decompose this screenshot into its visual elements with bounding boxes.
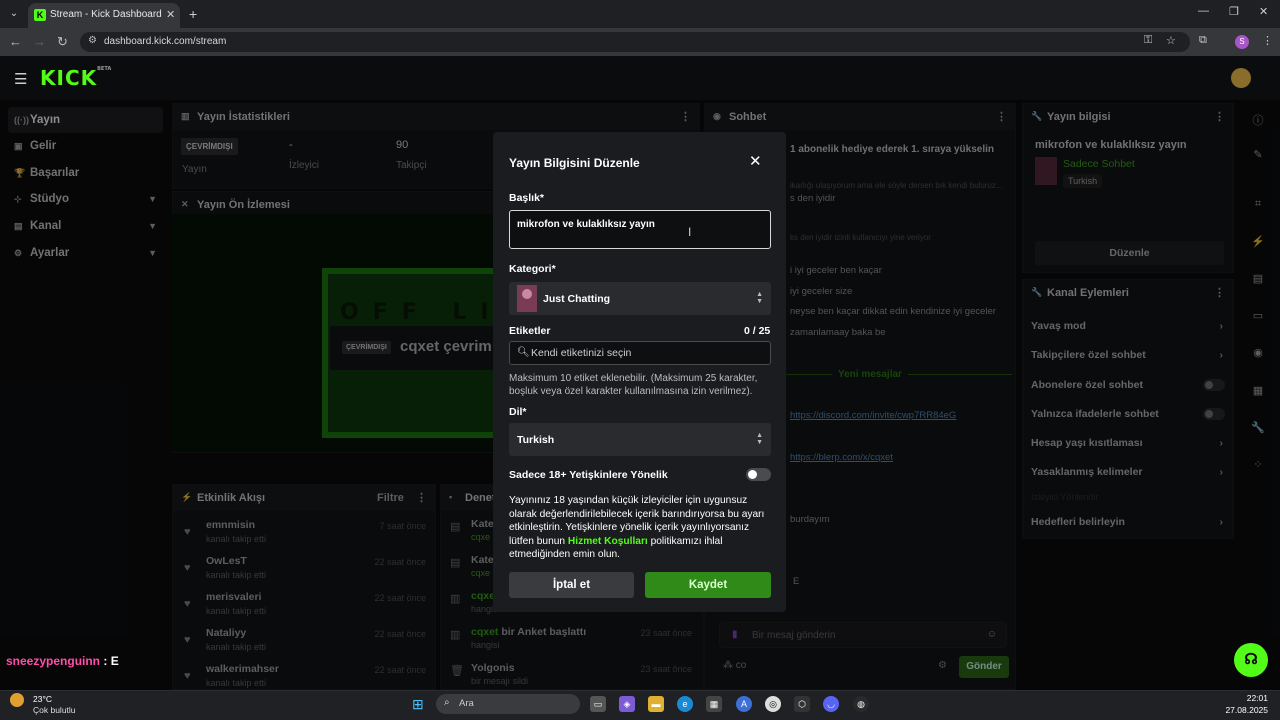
category-select[interactable]: Just Chatting ▲ ▼ — [509, 282, 771, 315]
profile-avatar[interactable]: S — [1235, 35, 1249, 49]
save-button[interactable]: Kaydet — [645, 572, 771, 598]
language-select[interactable]: Turkish ▲ ▼ — [509, 423, 771, 456]
title-label: Başlık* — [509, 192, 545, 204]
category-label: Kategori* — [509, 263, 556, 275]
password-key-icon[interactable]: ⚿ — [1144, 34, 1152, 47]
app-store-icon[interactable]: A — [736, 696, 752, 712]
extensions-icon[interactable]: ⧉ — [1199, 34, 1207, 47]
browser-tab[interactable]: K Stream - Kick Dashboard ✕ — [28, 3, 180, 28]
network-app-icon[interactable]: ⬡ — [794, 696, 810, 712]
windows-start-icon[interactable]: ⊞ — [412, 697, 427, 712]
forward-icon[interactable]: → — [33, 34, 46, 49]
category-value: Just Chatting — [543, 293, 611, 305]
search-icon: ⌕ — [444, 697, 450, 708]
tab-title: Stream - Kick Dashboard — [50, 9, 162, 20]
bookmark-star-icon[interactable]: ☆ — [1166, 34, 1176, 47]
file-explorer-icon[interactable]: ▬ — [648, 696, 664, 712]
hamburger-menu-icon[interactable]: ☰ — [14, 70, 27, 88]
taskbar-date[interactable]: 27.08.2025 — [1200, 705, 1268, 715]
overlay-chat-message: sneezypenguinn : E — [6, 654, 119, 668]
reload-icon[interactable]: ↻ — [57, 34, 68, 50]
discord-icon[interactable]: ◡ — [823, 696, 839, 712]
browser-menu-icon[interactable]: ⋮ — [1262, 34, 1273, 47]
minimize-icon[interactable]: — — [1198, 5, 1209, 17]
overlay-chat-text: : E — [103, 654, 119, 668]
close-window-icon[interactable]: ✕ — [1259, 5, 1268, 18]
kick-header — [0, 56, 1280, 100]
kick-favicon-icon: K — [34, 9, 46, 21]
logo-text: KICK — [40, 66, 98, 90]
new-tab-icon[interactable]: + — [189, 6, 197, 22]
title-input[interactable]: mikrofon ve kulaklıksız yayın — [509, 210, 771, 249]
tags-help-text: Maksimum 10 etiket eklenebilir. (Maksimu… — [509, 373, 758, 397]
url-text: dashboard.kick.com/stream — [104, 36, 227, 47]
search-icon: 🔍︎ — [517, 347, 530, 358]
chrome-icon[interactable]: ◎ — [765, 696, 781, 712]
tags-count: 0 / 25 — [744, 325, 771, 337]
user-avatar[interactable] — [1231, 68, 1251, 88]
task-view-icon[interactable]: ▭ — [590, 696, 606, 712]
weather-desc[interactable]: Çok bulutlu — [33, 705, 76, 715]
restore-icon[interactable]: ❐ — [1229, 5, 1239, 18]
taskbar-time[interactable]: 22:01 — [1210, 693, 1268, 703]
tags-label: Etiketler — [509, 325, 551, 337]
tags-field[interactable]: 🔍︎ — [509, 341, 771, 365]
weather-icon[interactable] — [10, 693, 24, 707]
language-label: Dil* — [509, 406, 527, 418]
kick-logo[interactable]: KICKBETA — [40, 66, 111, 90]
url-bar[interactable]: ⚙ dashboard.kick.com/stream — [80, 32, 1190, 52]
edge-icon[interactable]: e — [677, 696, 693, 712]
close-tab-icon[interactable]: ✕ — [166, 8, 175, 21]
category-thumbnail — [517, 285, 537, 312]
text-cursor-icon: I — [688, 225, 692, 239]
adult-content-help: Yayınınız 18 yaşından küçük izleyiciler … — [509, 494, 774, 562]
overlay-chat-user: sneezypenguinn — [6, 654, 101, 668]
tags-input[interactable] — [531, 345, 761, 361]
weather-temp[interactable]: 23°C — [33, 694, 52, 704]
close-icon[interactable]: ✕ — [749, 152, 762, 170]
back-icon[interactable]: ← — [9, 34, 22, 49]
select-arrows-icon: ▲ ▼ — [756, 291, 763, 305]
edit-stream-info-modal: Yayın Bilgisini Düzenle ✕ Başlık* mikrof… — [493, 132, 786, 612]
windows-taskbar — [0, 690, 1280, 720]
language-value: Turkish — [517, 434, 555, 446]
obs-icon[interactable]: ◍ — [853, 696, 869, 712]
cancel-button[interactable]: İptal et — [509, 572, 634, 598]
adult-content-toggle[interactable] — [746, 468, 771, 481]
beta-label: BETA — [97, 66, 112, 72]
support-chat-button[interactable]: ☊ — [1234, 643, 1268, 677]
taskbar-search-text: Ara — [459, 698, 474, 709]
tab-search-icon[interactable]: ⌄ — [6, 6, 22, 22]
modal-title: Yayın Bilgisini Düzenle — [509, 156, 640, 170]
adult-content-label: Sadece 18+ Yetişkinlere Yönelik — [509, 469, 668, 481]
site-info-icon[interactable]: ⚙ — [88, 35, 97, 46]
taskbar-search[interactable]: ⌕ Ara — [436, 694, 580, 714]
copilot-icon[interactable]: ◈ — [619, 696, 635, 712]
store-icon[interactable]: ▦ — [706, 696, 722, 712]
title-input-value: mikrofon ve kulaklıksız yayın — [517, 219, 655, 230]
select-arrows-icon: ▲ ▼ — [756, 432, 763, 446]
terms-of-service-link[interactable]: Hizmet Koşulları — [568, 536, 648, 547]
